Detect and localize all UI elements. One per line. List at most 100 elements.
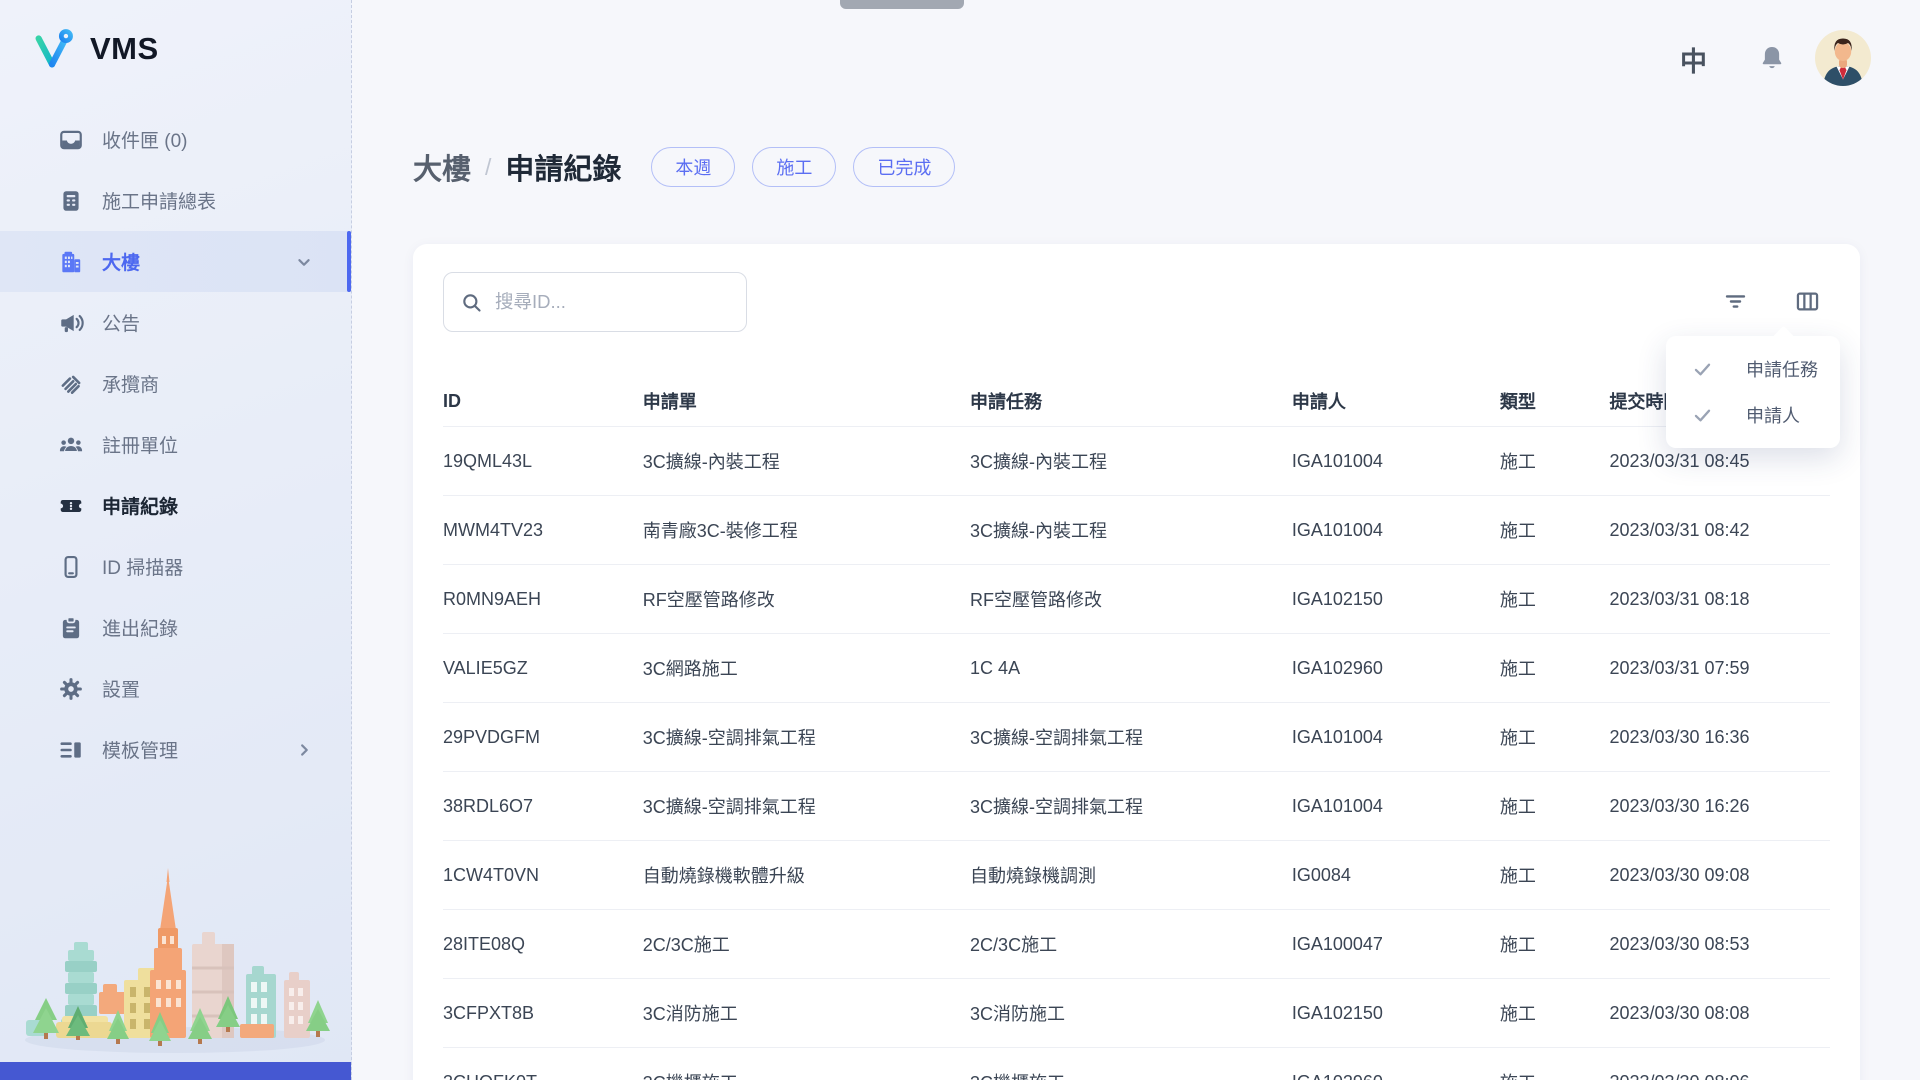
column-header: 申請單: [643, 388, 970, 414]
form-icon: [58, 188, 84, 214]
column-menu-item[interactable]: 申請任務: [1666, 346, 1840, 392]
sidebar-item-inbox[interactable]: 收件匣 (0): [0, 109, 351, 170]
table-row[interactable]: 3CFPXT8B3C消防施工3C消防施工IGA102150施工2023/03/3…: [443, 978, 1830, 1047]
table-row[interactable]: 3CHOFK0T3C機櫃施工3C機櫃施工IGA102960施工2023/03/3…: [443, 1047, 1830, 1080]
check-icon: [1692, 405, 1713, 426]
table-tools: [1722, 288, 1821, 315]
column-menu-item[interactable]: 申請人: [1666, 392, 1840, 438]
table-cell: 28ITE08Q: [443, 934, 643, 955]
filter-pill[interactable]: 已完成: [853, 147, 955, 187]
table-row[interactable]: 19QML43L3C擴線-內裝工程3C擴線-內裝工程IGA101004施工202…: [443, 426, 1830, 495]
breadcrumb-parent[interactable]: 大樓: [413, 146, 471, 188]
table-cell: 3CFPXT8B: [443, 1003, 643, 1024]
table-cell: 3C擴線-空調排氣工程: [643, 793, 970, 819]
table-cell: 施工: [1500, 517, 1610, 543]
sidebar-item-label: 大樓: [102, 248, 140, 275]
sidebar-item-access-records[interactable]: 進出紀錄: [0, 597, 351, 658]
filter-pill[interactable]: 施工: [752, 147, 836, 187]
sidebar-item-registered-units[interactable]: 註冊單位: [0, 414, 351, 475]
table-cell: 施工: [1500, 586, 1610, 612]
table-cell: 3C擴線-空調排氣工程: [643, 724, 970, 750]
column-header: 申請人: [1292, 388, 1500, 414]
table-cell: VALIE5GZ: [443, 658, 643, 679]
bell-icon[interactable]: [1757, 43, 1787, 73]
table-cell: 1C 4A: [970, 658, 1292, 679]
table-cell: 自動燒錄機調測: [970, 862, 1292, 888]
table-row[interactable]: 1CW4T0VN自動燒錄機軟體升級自動燒錄機調測IG0084施工2023/03/…: [443, 840, 1830, 909]
app-name: VMS: [90, 31, 159, 67]
table-cell: RF空壓管路修改: [643, 586, 970, 612]
sidebar-item-settings[interactable]: 設置: [0, 658, 351, 719]
table-cell: MWM4TV23: [443, 520, 643, 541]
table-cell: 2023/03/31 08:45: [1609, 451, 1830, 472]
vms-logo-icon: [30, 26, 76, 72]
search-box: [443, 272, 747, 332]
table-cell: 施工: [1500, 655, 1610, 681]
table-cell: 施工: [1500, 862, 1610, 888]
city-illustration: [0, 852, 352, 1062]
table-cell: IGA101004: [1292, 520, 1500, 541]
sidebar-item-id-scanner[interactable]: ID 掃描器: [0, 536, 351, 597]
ticket-icon: [58, 493, 84, 519]
filter-pill[interactable]: 本週: [651, 147, 735, 187]
table-cell: IGA101004: [1292, 451, 1500, 472]
avatar[interactable]: [1815, 30, 1871, 86]
page-title: 申請紀錄: [505, 146, 621, 188]
table-cell: 2C/3C施工: [643, 931, 970, 957]
search-input[interactable]: [495, 291, 715, 313]
table-row[interactable]: 29PVDGFM3C擴線-空調排氣工程3C擴線-空調排氣工程IGA101004施…: [443, 702, 1830, 771]
sidebar-item-building[interactable]: 大樓: [0, 231, 351, 292]
table-row[interactable]: 28ITE08Q2C/3C施工2C/3C施工IGA100047施工2023/03…: [443, 909, 1830, 978]
sidebar-item-template-management[interactable]: 模板管理: [0, 719, 351, 780]
table-cell: IGA102150: [1292, 1003, 1500, 1024]
table-cell: 2023/03/30 08:53: [1609, 934, 1830, 955]
column-menu-item-label: 申請任務: [1746, 356, 1818, 382]
sidebar-item-label: 設置: [102, 675, 140, 702]
handshake-icon: [58, 371, 84, 397]
search-icon: [460, 291, 483, 314]
language-switch[interactable]: 中: [1680, 40, 1707, 79]
inbox-icon: [58, 127, 84, 153]
sidebar-item-label: 收件匣 (0): [102, 126, 188, 153]
table-cell: 施工: [1500, 1000, 1610, 1026]
sidebar-item-construction-summary[interactable]: 施工申請總表: [0, 170, 351, 231]
table-row[interactable]: 38RDL6O73C擴線-空調排氣工程3C擴線-空調排氣工程IGA101004施…: [443, 771, 1830, 840]
sidebar-item-label: 施工申請總表: [102, 187, 216, 214]
filter-icon[interactable]: [1722, 288, 1749, 315]
phone-icon: [58, 554, 84, 580]
breadcrumb-separator: /: [485, 154, 491, 181]
table-cell: 2023/03/30 09:08: [1609, 865, 1830, 886]
table-cell: IGA100047: [1292, 934, 1500, 955]
table-cell: IG0084: [1292, 865, 1500, 886]
sidebar-item-label: 進出紀錄: [102, 614, 178, 641]
table-cell: 3C擴線-內裝工程: [643, 448, 970, 474]
table-cell: 2023/03/31 08:18: [1609, 589, 1830, 610]
column-menu: 申請任務申請人: [1666, 336, 1840, 448]
table-row[interactable]: MWM4TV23南青廠3C-裝修工程3C擴線-內裝工程IGA101004施工20…: [443, 495, 1830, 564]
columns-icon[interactable]: [1794, 288, 1821, 315]
sidebar-item-label: 申請紀錄: [102, 492, 178, 519]
table-cell: 南青廠3C-裝修工程: [643, 517, 970, 543]
table-row[interactable]: VALIE5GZ3C網路施工1C 4AIGA102960施工2023/03/31…: [443, 633, 1830, 702]
table-row[interactable]: R0MN9AEHRF空壓管路修改RF空壓管路修改IGA102150施工2023/…: [443, 564, 1830, 633]
table-cell: RF空壓管路修改: [970, 586, 1292, 612]
column-header: 申請任務: [970, 388, 1292, 414]
table-cell: IGA102960: [1292, 658, 1500, 679]
sidebar-item-label: 模板管理: [102, 736, 178, 763]
sidebar-item-contractors[interactable]: 承攬商: [0, 353, 351, 414]
chevron-right-icon: [293, 739, 315, 761]
sidebar-item-label: 承攬商: [102, 370, 159, 397]
top-notch: [840, 0, 964, 9]
sidebar-item-label: 註冊單位: [102, 431, 178, 458]
sidebar-item-announcements[interactable]: 公告: [0, 292, 351, 353]
table-header: ID申請單申請任務申請人類型提交時間: [443, 376, 1830, 426]
table-body: 19QML43L3C擴線-內裝工程3C擴線-內裝工程IGA101004施工202…: [443, 426, 1830, 1080]
megaphone-icon: [58, 310, 84, 336]
sidebar-item-application-records[interactable]: 申請紀錄: [0, 475, 351, 536]
table-cell: 3C消防施工: [643, 1000, 970, 1026]
records-table: ID申請單申請任務申請人類型提交時間 19QML43L3C擴線-內裝工程3C擴線…: [443, 376, 1830, 1080]
table-cell: 1CW4T0VN: [443, 865, 643, 886]
table-cell: 3C擴線-內裝工程: [970, 517, 1292, 543]
table-cell: 2023/03/30 08:06: [1609, 1072, 1830, 1080]
check-icon: [1692, 359, 1713, 380]
